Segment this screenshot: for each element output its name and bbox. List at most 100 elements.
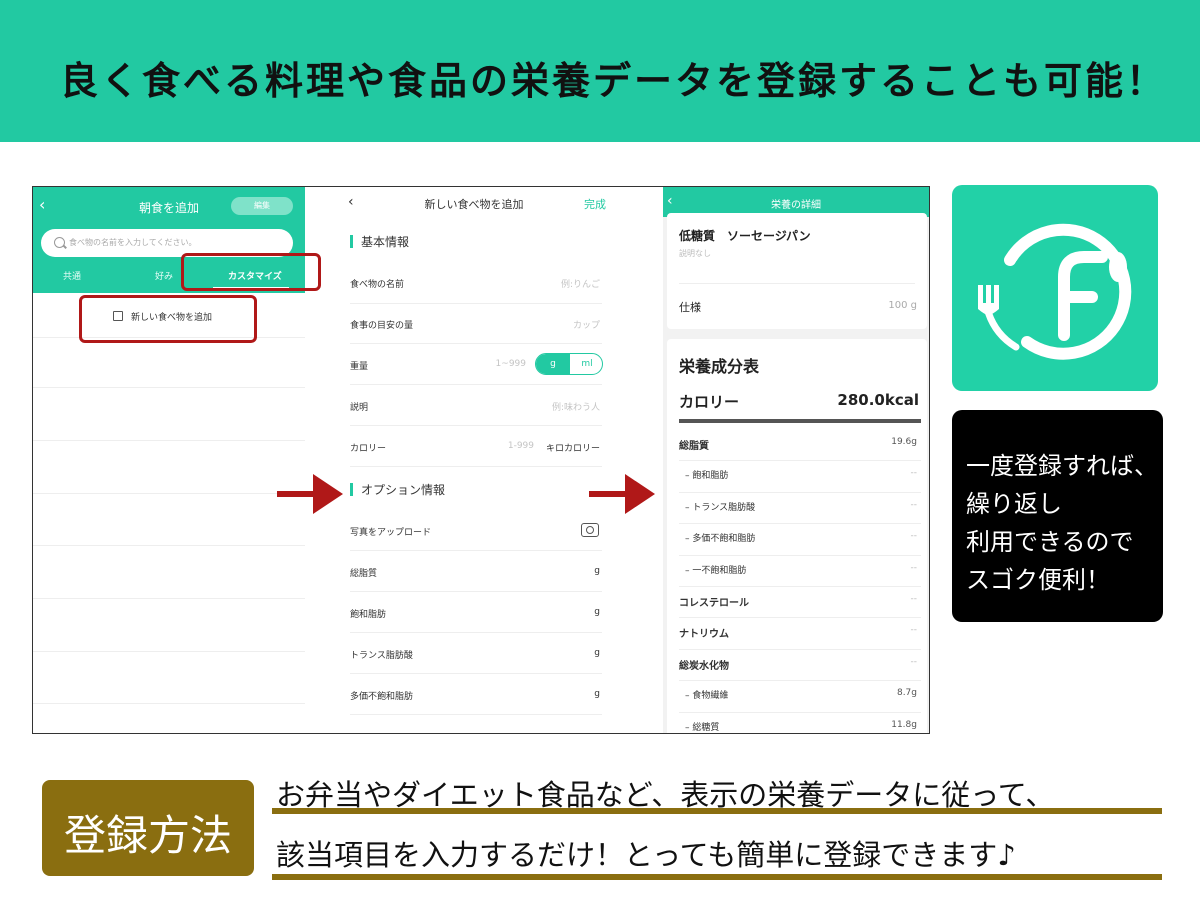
nutrient-value: 11.8g — [891, 719, 917, 730]
saturated-fat-unit[interactable]: g — [594, 607, 600, 617]
arrow-shaft — [589, 491, 629, 497]
nutrient-label: 総炭水化物 — [679, 660, 729, 672]
row-divider — [350, 591, 602, 592]
callout-line: 繰り返し — [966, 490, 1062, 518]
list-divider — [33, 545, 305, 546]
list-divider — [33, 703, 305, 704]
spec-value: 100 g — [888, 300, 917, 311]
list-divider — [33, 387, 305, 388]
method-description-line: 該当項目を入力するだけ！とっても簡単に登録できます♪ — [276, 838, 1016, 872]
food-name-input[interactable]: 例:りんご — [561, 277, 600, 290]
app-screenshots: ‹ 朝食を追加 編集 食べ物の名前を入力してください。 共通 好み カスタマイズ… — [32, 186, 930, 734]
row-divider — [679, 460, 921, 462]
calorie-label: カロリー — [679, 393, 740, 411]
row-divider — [679, 586, 921, 587]
app-logo — [952, 185, 1158, 391]
tab-common[interactable]: 共通 — [63, 269, 81, 282]
row-divider — [679, 711, 921, 713]
benefit-callout: 一度登録すれば、 繰り返し 利用できるので スゴク便利！ — [952, 410, 1163, 622]
arrow-head — [625, 474, 655, 514]
list-divider — [33, 651, 305, 652]
calorie-label: カロリー — [350, 444, 387, 454]
section-basic-info: 基本情報 — [350, 233, 409, 250]
card-divider — [679, 283, 915, 284]
nutrient-value: -- — [910, 499, 918, 510]
unit-toggle[interactable]: g ml — [535, 353, 603, 375]
row-divider — [350, 673, 602, 674]
nutrient-label: – 一不飽和脂肪 — [685, 565, 747, 576]
row-divider — [679, 648, 921, 650]
serving-label: 食事の目安の量 — [350, 321, 414, 331]
nutrition-table-card: 栄養成分表 カロリー 280.0kcal 総脂質 19.6g – 飽和脂肪 -- – ト… — [667, 339, 927, 733]
nutrient-value: -- — [910, 625, 918, 636]
food-name: 低糖質 ソーセージパン — [679, 229, 811, 243]
new-food-form-screen: ‹ 新しい食べ物を追加 完成 基本情報 食べ物の名前 例:りんご 食事の目安の量… — [338, 187, 610, 733]
description-underline — [272, 808, 1162, 814]
row-divider — [679, 523, 921, 525]
arrow-shaft — [277, 491, 317, 497]
search-placeholder: 食べ物の名前を入力してください。 — [69, 238, 197, 247]
list-divider — [33, 493, 305, 494]
search-icon — [54, 237, 65, 248]
description-underline — [272, 874, 1162, 880]
nutrient-value: -- — [910, 531, 918, 542]
row-divider — [350, 303, 602, 304]
row-divider — [350, 714, 602, 715]
unit-ml-option[interactable]: ml — [570, 354, 602, 374]
banner-title: 良く食べる料理や食品の栄養データを登録することも可能！ — [60, 59, 1168, 103]
nutrition-detail-screen: ‹ 栄養の詳細 低糖質 ソーセージパン 説明なし 仕様 100 g 栄養成分表 … — [663, 187, 929, 733]
trans-fat-label: トランス脂肪酸 — [350, 651, 413, 661]
polyunsaturated-fat-label: 多価不飽和脂肪 — [350, 692, 414, 702]
saturated-fat-label: 飽和脂肪 — [350, 610, 387, 620]
done-button[interactable]: 完成 — [584, 196, 606, 212]
row-divider — [350, 466, 602, 467]
arrow-head — [313, 474, 343, 514]
upload-photo-label: 写真をアップロード — [350, 528, 432, 538]
calorie-value: 280.0kcal — [837, 391, 919, 409]
nutrient-value: -- — [910, 594, 918, 604]
weight-label: 重量 — [350, 362, 369, 372]
nutrient-value: 19.6g — [891, 437, 917, 447]
section-options-title: オプション情報 — [361, 483, 446, 497]
fork-spoon-circle-f-logo — [978, 223, 1132, 360]
weight-input[interactable]: 1~999 — [496, 359, 526, 369]
right-arrow-icon — [589, 474, 655, 514]
food-info-card: 低糖質 ソーセージパン 説明なし 仕様 100 g — [667, 213, 927, 329]
section-option-info: オプション情報 — [350, 481, 445, 498]
unit-g-option[interactable]: g — [536, 354, 570, 374]
row-divider — [350, 384, 602, 385]
total-fat-unit[interactable]: g — [594, 566, 600, 576]
header-banner: 良く食べる料理や食品の栄養データを登録することも可能！ — [0, 0, 1200, 142]
section-marker — [350, 483, 353, 496]
food-description: 説明なし — [679, 249, 711, 258]
polyunsaturated-fat-unit[interactable]: g — [594, 689, 600, 699]
nutrition-table-title: 栄養成分表 — [679, 357, 760, 376]
description-label: 説明 — [350, 403, 369, 413]
camera-add-icon[interactable] — [581, 523, 599, 537]
trans-fat-unit[interactable]: g — [594, 648, 600, 658]
highlight-customize-tab — [181, 253, 321, 291]
callout-line: 利用できるので — [966, 528, 1134, 556]
calorie-input[interactable]: 1-999 — [508, 441, 534, 451]
spec-label: 仕様 — [679, 301, 701, 314]
registration-method-badge: 登録方法 — [42, 780, 254, 876]
screen-title: 新しい食べ物を追加 — [424, 198, 524, 211]
nutrient-value: -- — [910, 656, 918, 667]
description-input[interactable]: 例:味わう人 — [552, 400, 600, 413]
nutrient-label: コレステロール — [679, 598, 749, 609]
section-basic-title: 基本情報 — [361, 235, 410, 249]
nutrient-label: – 飽和脂肪 — [685, 471, 729, 482]
serving-input[interactable]: カップ — [573, 318, 600, 331]
nutrient-label: ナトリウム — [679, 629, 729, 641]
calorie-unit: キロカロリー — [545, 444, 600, 454]
nutrient-value: 8.7g — [896, 688, 917, 699]
section-marker — [350, 235, 353, 248]
row-divider — [679, 491, 921, 493]
calorie-divider — [679, 419, 921, 423]
row-divider — [350, 550, 602, 551]
nutrient-value: -- — [910, 562, 918, 573]
tab-favorites[interactable]: 好み — [155, 269, 173, 282]
row-divider — [350, 632, 602, 633]
edit-button[interactable]: 編集 — [231, 197, 293, 215]
row-divider — [350, 343, 602, 344]
